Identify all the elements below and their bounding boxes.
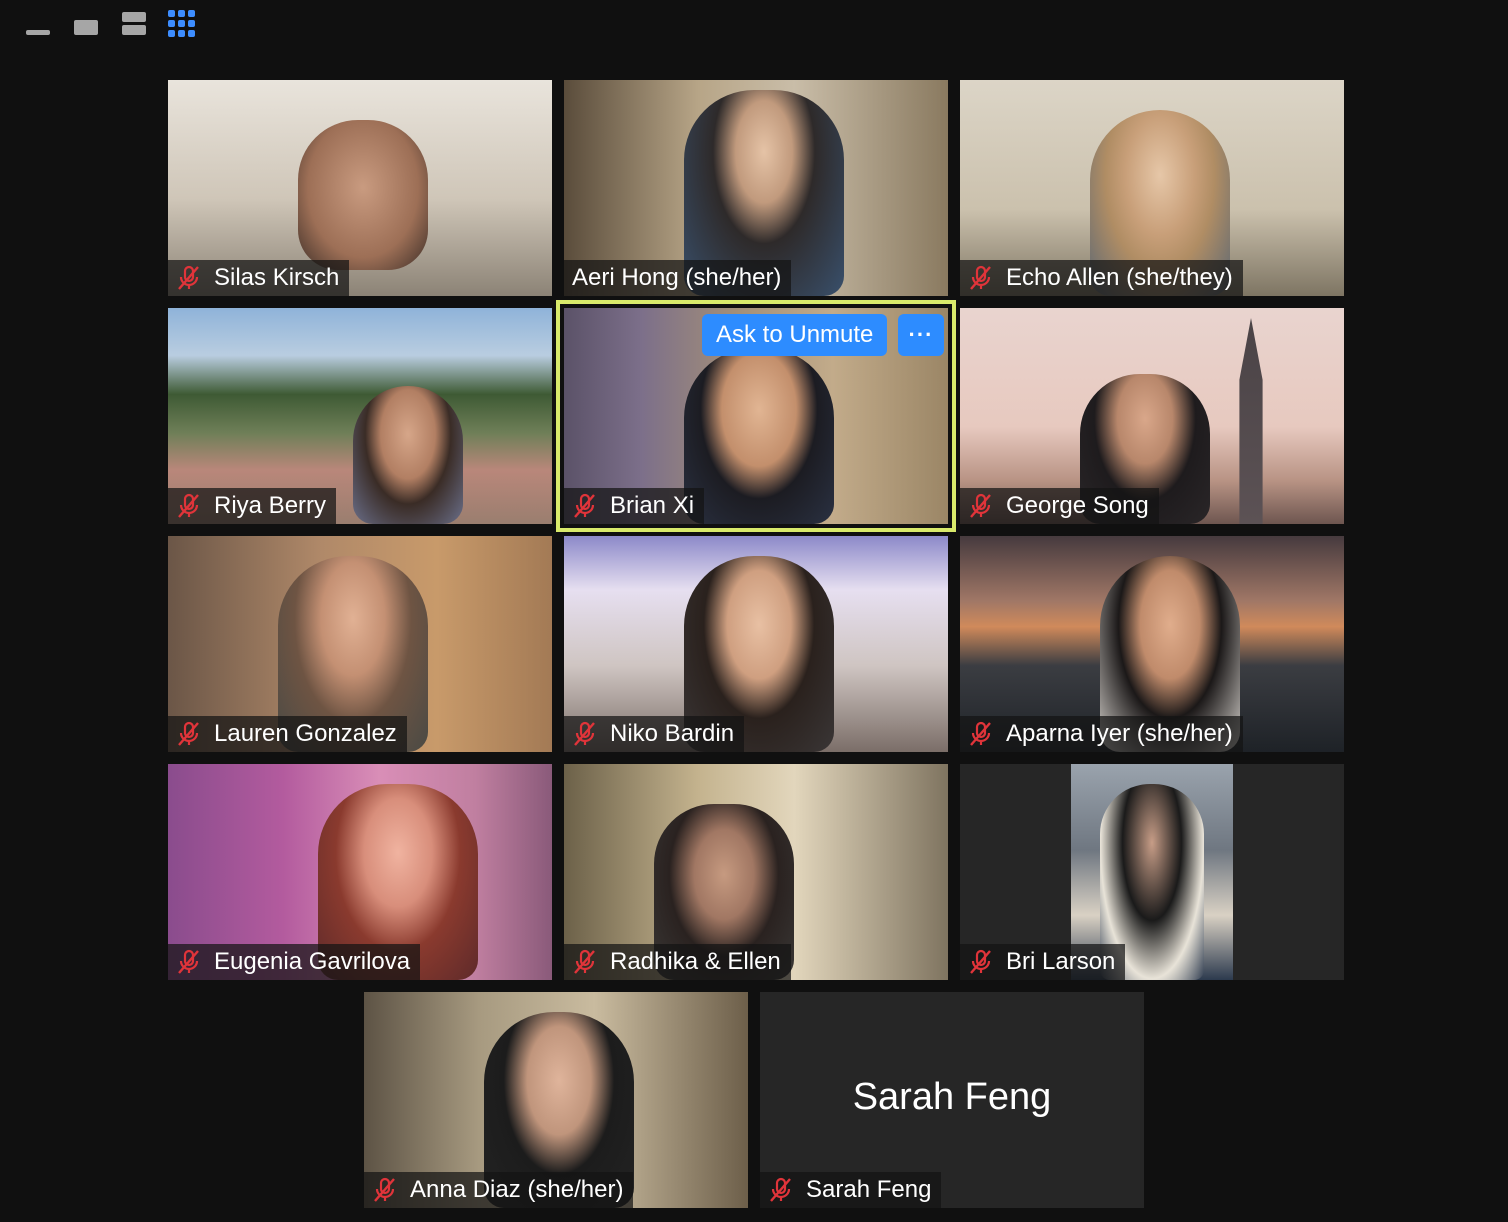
participant-name: Niko Bardin	[610, 720, 735, 747]
participant-nameplate: Brian Xi	[564, 488, 705, 524]
video-tile[interactable]: Radhika & Ellen	[564, 764, 948, 980]
participant-video	[353, 386, 463, 524]
participant-name: Bri Larson	[1006, 948, 1116, 975]
participant-nameplate: Radhika & Ellen	[564, 944, 791, 980]
single-view-button[interactable]	[74, 18, 98, 38]
microphone-muted-icon	[968, 493, 994, 519]
microphone-muted-icon	[572, 949, 598, 975]
microphone-muted-icon	[176, 949, 202, 975]
participant-video	[298, 120, 428, 270]
participant-nameplate: Aeri Hong (she/her)	[564, 260, 792, 296]
participant-nameplate: Aparna Iyer (she/her)	[960, 716, 1243, 752]
ask-to-unmute-button[interactable]: Ask to Unmute	[702, 314, 888, 356]
microphone-muted-icon	[176, 721, 202, 747]
video-tile[interactable]: Anna Diaz (she/her)	[364, 992, 748, 1208]
microphone-muted-icon	[768, 1177, 794, 1203]
participant-nameplate: Silas Kirsch	[168, 260, 350, 296]
participant-name: Silas Kirsch	[214, 264, 340, 291]
participant-nameplate: Sarah Feng	[760, 1172, 942, 1208]
microphone-muted-icon	[968, 949, 994, 975]
video-tile[interactable]: Niko Bardin	[564, 536, 948, 752]
video-tile[interactable]: Eugenia Gavrilova	[168, 764, 552, 980]
participant-name: Riya Berry	[214, 492, 327, 519]
participant-nameplate: Bri Larson	[960, 944, 1126, 980]
participant-name: Aparna Iyer (she/her)	[1006, 720, 1233, 747]
microphone-muted-icon	[572, 721, 598, 747]
participant-name: Eugenia Gavrilova	[214, 948, 411, 975]
split-view-button[interactable]	[122, 12, 146, 38]
participant-video	[684, 348, 834, 524]
participant-nameplate: Anna Diaz (she/her)	[364, 1172, 634, 1208]
video-tile-active-speaker[interactable]: Ask to Unmute ··· Brian Xi	[556, 300, 956, 532]
video-tile[interactable]: Silas Kirsch	[168, 80, 552, 296]
video-tile[interactable]: Echo Allen (she/they)	[960, 80, 1344, 296]
participant-name: Sarah Feng	[806, 1176, 932, 1203]
participant-nameplate: Lauren Gonzalez	[168, 716, 407, 752]
video-tile-no-video[interactable]: Sarah Feng Sarah Feng	[760, 992, 1144, 1208]
participant-nameplate: Echo Allen (she/they)	[960, 260, 1243, 296]
participant-name: Echo Allen (she/they)	[1006, 264, 1233, 291]
participant-nameplate: George Song	[960, 488, 1159, 524]
participant-nameplate: Riya Berry	[168, 488, 337, 524]
participant-name: George Song	[1006, 492, 1149, 519]
more-options-button[interactable]: ···	[898, 314, 944, 356]
ellipsis-icon: ···	[908, 322, 934, 347]
view-toolbar	[0, 0, 1508, 60]
microphone-muted-icon	[176, 265, 202, 291]
microphone-muted-icon	[176, 493, 202, 519]
gallery-view-button[interactable]	[168, 10, 196, 38]
participant-name: Aeri Hong (she/her)	[572, 264, 782, 291]
video-tile[interactable]: Bri Larson	[960, 764, 1344, 980]
participant-nameplate: Eugenia Gavrilova	[168, 944, 421, 980]
video-tile[interactable]: Lauren Gonzalez	[168, 536, 552, 752]
participant-name: Brian Xi	[610, 492, 695, 519]
participant-name: Anna Diaz (she/her)	[410, 1176, 624, 1203]
microphone-muted-icon	[968, 265, 994, 291]
microphone-muted-icon	[572, 493, 598, 519]
video-tile[interactable]: Riya Berry	[168, 308, 552, 524]
minimize-button[interactable]	[26, 20, 50, 40]
video-tile[interactable]: Aparna Iyer (she/her)	[960, 536, 1344, 752]
video-tile[interactable]: George Song	[960, 308, 1344, 524]
participant-name: Radhika & Ellen	[610, 948, 781, 975]
microphone-muted-icon	[372, 1177, 398, 1203]
microphone-muted-icon	[968, 721, 994, 747]
participant-nameplate: Niko Bardin	[564, 716, 745, 752]
participant-name: Lauren Gonzalez	[214, 720, 397, 747]
no-video-display-name: Sarah Feng	[852, 1076, 1052, 1118]
video-tile[interactable]: Aeri Hong (she/her)	[564, 80, 948, 296]
